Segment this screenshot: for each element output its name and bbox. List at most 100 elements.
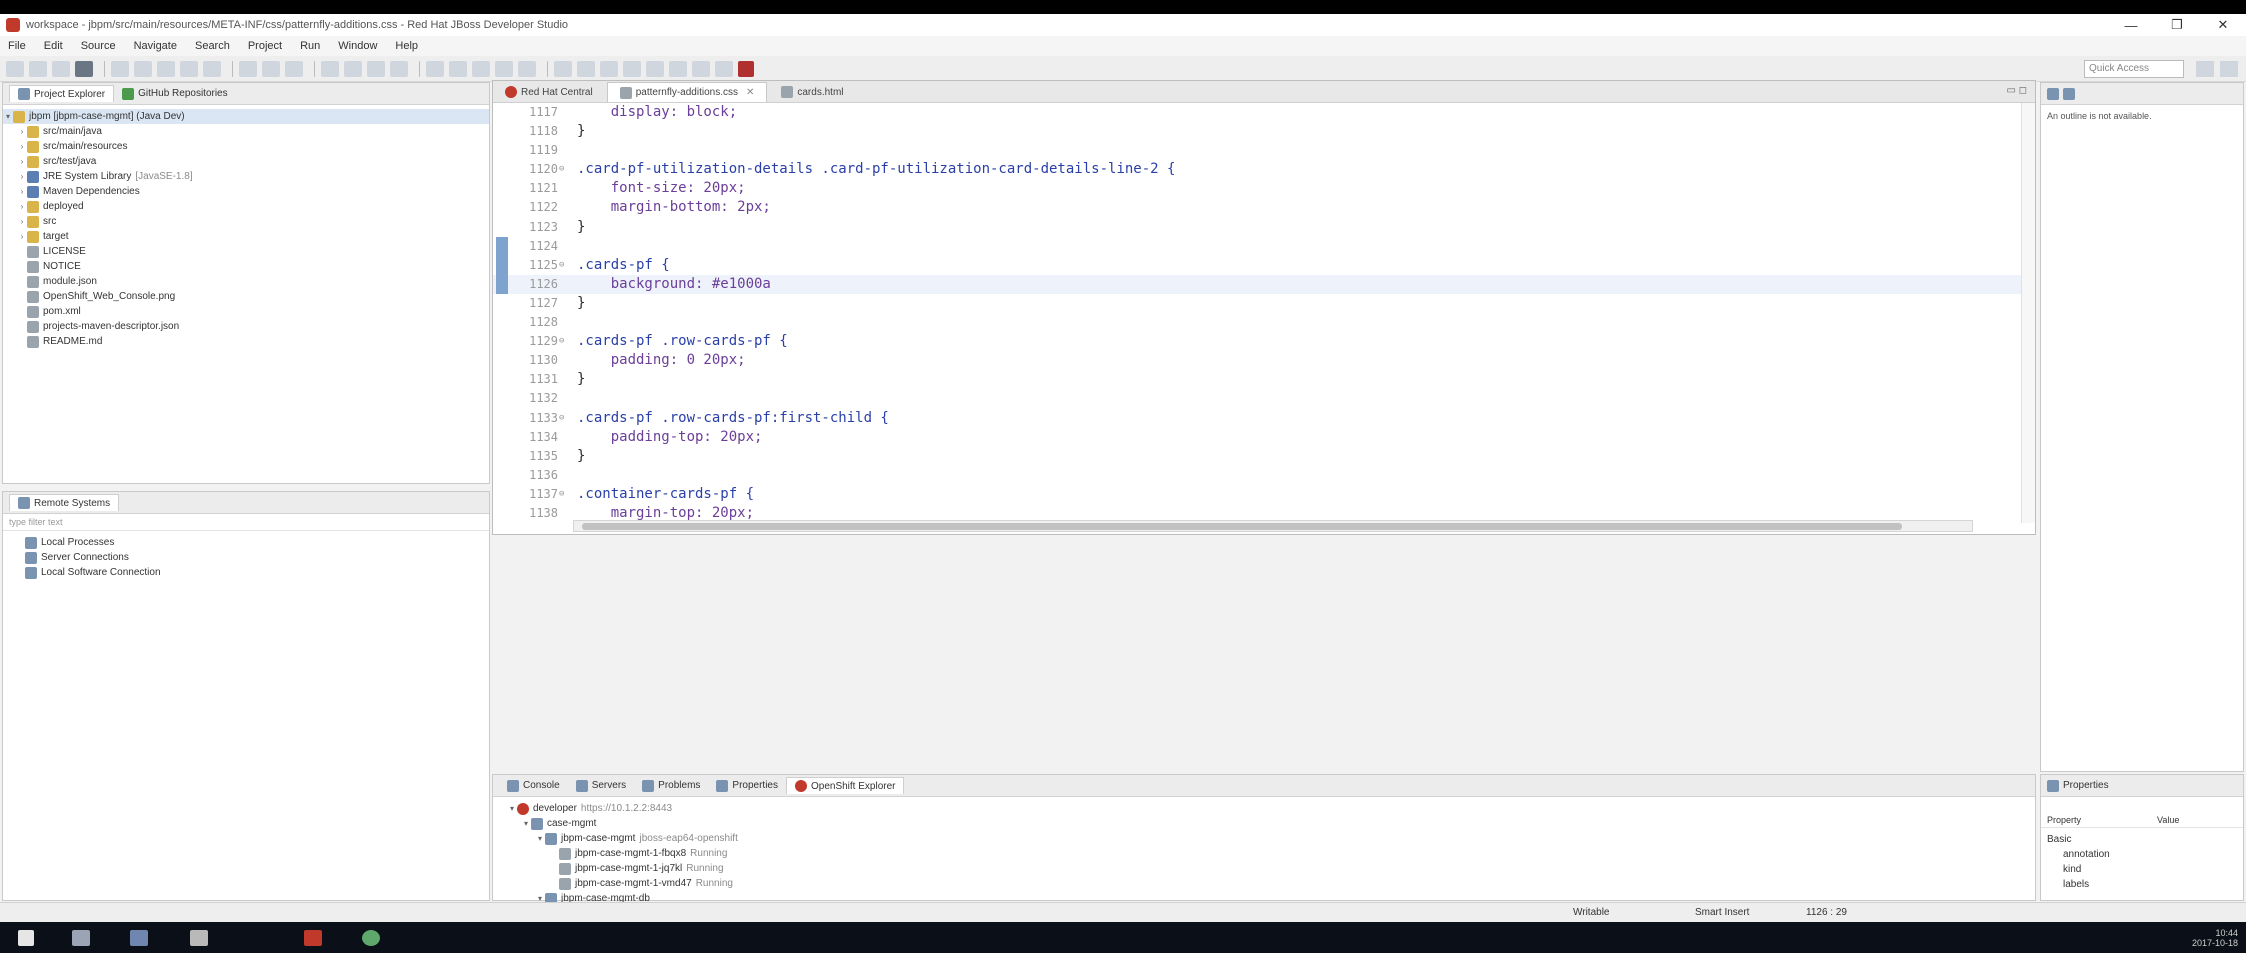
- code-line[interactable]: 1123}: [493, 218, 2023, 237]
- tree-item[interactable]: LICENSE: [3, 244, 489, 259]
- forge-icon[interactable]: [692, 60, 710, 77]
- tree-item[interactable]: › Maven Dependencies: [3, 184, 489, 199]
- openshift-item[interactable]: jbpm-case-mgmt-1-vmd47 Running: [493, 876, 2035, 891]
- tab-red-hat-central[interactable]: Red Hat Central: [493, 82, 605, 102]
- undo-icon[interactable]: [180, 60, 198, 77]
- expand-icon[interactable]: ›: [17, 184, 27, 199]
- code-line[interactable]: 1121 font-size: 20px;: [493, 179, 2023, 198]
- menu-project[interactable]: Project: [248, 40, 282, 52]
- menu-window[interactable]: Window: [338, 40, 377, 52]
- bottom-tab[interactable]: OpenShift Explorer: [785, 777, 905, 794]
- close-tab-icon[interactable]: ✕: [746, 87, 754, 98]
- save-all-icon[interactable]: [52, 60, 70, 77]
- property-row[interactable]: Basic: [2041, 832, 2243, 847]
- bottom-tab[interactable]: Properties: [708, 778, 786, 794]
- browser-icon[interactable]: [623, 60, 641, 77]
- code-line[interactable]: 1137 ⊖ .container-cards-pf {: [493, 485, 2023, 504]
- code-line[interactable]: 1120 ⊖ .card-pf-utilization-details .card-…: [493, 160, 2023, 179]
- tree-item[interactable]: › src: [3, 214, 489, 229]
- expand-icon[interactable]: ▾: [507, 801, 517, 816]
- property-row[interactable]: annotation: [2041, 847, 2243, 862]
- tree-item[interactable]: › target: [3, 229, 489, 244]
- code-line[interactable]: 1130 padding: 0 20px;: [493, 351, 2023, 370]
- code-line[interactable]: 1136: [493, 466, 2023, 485]
- rse-item[interactable]: Local Software Connection: [3, 565, 489, 580]
- code-line[interactable]: 1126 background: #e1000a: [493, 236, 2023, 294]
- menu-file[interactable]: File: [8, 40, 26, 52]
- tree-item[interactable]: › src/main/java: [3, 124, 489, 139]
- new-icon[interactable]: [6, 60, 24, 77]
- tab-patternfly-css[interactable]: patternfly-additions.css ✕: [606, 82, 768, 102]
- tree-item[interactable]: › src/test/java: [3, 154, 489, 169]
- menu-edit[interactable]: Edit: [44, 40, 63, 52]
- tree-item[interactable]: module.json: [3, 274, 489, 289]
- code-line[interactable]: 1127}: [493, 294, 2023, 313]
- code-line[interactable]: 1132: [493, 389, 2023, 408]
- next-annotation-icon[interactable]: [426, 60, 444, 77]
- code-line[interactable]: 1128: [493, 313, 2023, 332]
- tree-item[interactable]: OpenShift_Web_Console.png: [3, 289, 489, 304]
- tree-item[interactable]: › src/main/resources: [3, 139, 489, 154]
- tab-github-repositories[interactable]: GitHub Repositories: [114, 86, 235, 102]
- external-tools-icon[interactable]: [285, 60, 303, 77]
- file-explorer-icon[interactable]: [130, 930, 148, 946]
- tree-item[interactable]: pom.xml: [3, 304, 489, 319]
- maven-icon[interactable]: [669, 60, 687, 77]
- openshift-item[interactable]: jbpm-case-mgmt-1-jq7kl Running: [493, 861, 2035, 876]
- print-icon[interactable]: [75, 60, 93, 77]
- menu-source[interactable]: Source: [81, 40, 116, 52]
- debug-icon[interactable]: [239, 60, 257, 77]
- code-line[interactable]: 1135}: [493, 447, 2023, 466]
- expand-icon[interactable]: ›: [17, 124, 27, 139]
- properties-tab-label[interactable]: Properties: [2063, 780, 2109, 791]
- save-icon[interactable]: [29, 60, 47, 77]
- bottom-tab[interactable]: Console: [499, 778, 568, 794]
- prev-annotation-icon[interactable]: [449, 60, 467, 77]
- jboss-studio-taskbar-icon[interactable]: [304, 930, 322, 946]
- back-icon[interactable]: [495, 60, 513, 77]
- tree-item[interactable]: projects-maven-descriptor.json: [3, 319, 489, 334]
- task-view-icon[interactable]: [72, 930, 90, 946]
- tree-item[interactable]: NOTICE: [3, 259, 489, 274]
- fold-icon[interactable]: ⊖: [559, 256, 564, 275]
- tree-item[interactable]: › deployed: [3, 199, 489, 214]
- menu-run[interactable]: Run: [300, 40, 320, 52]
- code-line[interactable]: 1129 ⊖ .cards-pf .row-cards-pf {: [493, 332, 2023, 351]
- tree-root[interactable]: ▾ jbpm [jbpm-case-mgmt] (Java Dev): [3, 109, 489, 124]
- rse-item[interactable]: Local Processes: [3, 535, 489, 550]
- code-line[interactable]: 1131}: [493, 370, 2023, 389]
- menu-navigate[interactable]: Navigate: [134, 40, 177, 52]
- console-icon[interactable]: [577, 60, 595, 77]
- copy-icon[interactable]: [134, 60, 152, 77]
- open-perspective-icon[interactable]: [2196, 61, 2214, 77]
- search-icon[interactable]: [344, 60, 362, 77]
- cut-icon[interactable]: [111, 60, 129, 77]
- open-task-icon[interactable]: [390, 60, 408, 77]
- tree-item[interactable]: › JRE System Library [JavaSE-1.8]: [3, 169, 489, 184]
- minimize-button[interactable]: —: [2108, 14, 2154, 36]
- git-icon[interactable]: [715, 60, 733, 77]
- scroll-thumb[interactable]: [582, 523, 1902, 530]
- openshift-item[interactable]: ▾ case-mgmt: [493, 816, 2035, 831]
- expand-icon[interactable]: ›: [17, 214, 27, 229]
- code-line[interactable]: 1124: [493, 237, 2023, 256]
- new-server-icon[interactable]: [321, 60, 339, 77]
- fold-icon[interactable]: ⊖: [559, 409, 564, 428]
- menu-help[interactable]: Help: [395, 40, 418, 52]
- last-edit-icon[interactable]: [472, 60, 490, 77]
- browser-taskbar-icon[interactable]: [190, 930, 208, 946]
- code-line[interactable]: 1134 padding-top: 20px;: [493, 428, 2023, 447]
- fold-icon[interactable]: ⊖: [559, 332, 564, 351]
- fold-icon[interactable]: ⊖: [559, 160, 564, 179]
- forward-icon[interactable]: [518, 60, 536, 77]
- collapse-icon[interactable]: ▾: [3, 109, 13, 124]
- expand-icon[interactable]: ▾: [521, 816, 531, 831]
- expand-icon[interactable]: ›: [17, 229, 27, 244]
- close-button[interactable]: ✕: [2200, 14, 2246, 36]
- code-line[interactable]: 1138 margin-top: 20px;: [493, 504, 2023, 521]
- jboss-perspective-icon[interactable]: [2220, 61, 2238, 77]
- rse-item[interactable]: Server Connections: [3, 550, 489, 565]
- code-line[interactable]: 1118}: [493, 122, 2023, 141]
- chrome-taskbar-icon[interactable]: [362, 930, 380, 946]
- terminal-icon[interactable]: [600, 60, 618, 77]
